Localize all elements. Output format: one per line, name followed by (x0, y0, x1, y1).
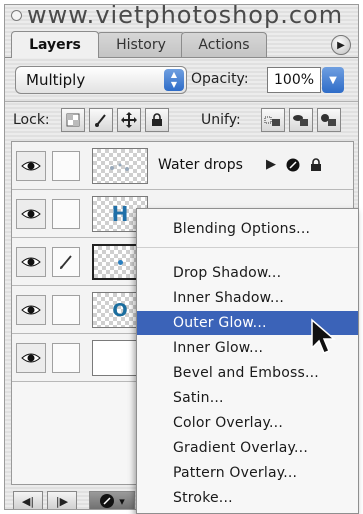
blend-mode-select[interactable]: Multiply ▲ ▼ (15, 66, 187, 94)
lock-position-button[interactable] (117, 108, 141, 132)
eye-icon (21, 353, 41, 363)
previous-button[interactable]: ◀| (13, 491, 43, 509)
link-toggle[interactable] (52, 151, 80, 181)
lock-transparency-button[interactable] (61, 108, 85, 132)
unify-style-button[interactable] (317, 108, 341, 132)
unify-visibility-button[interactable] (289, 108, 313, 132)
tab-layers-label: Layers (29, 37, 81, 53)
link-toggle[interactable] (52, 295, 80, 325)
layer-row[interactable]: Water drops ▶ (12, 142, 353, 190)
opacity-field[interactable]: 100% (267, 67, 321, 93)
chevron-down-icon: ▼ (329, 74, 337, 86)
link-toggle[interactable] (52, 343, 80, 373)
visibility-toggle[interactable] (16, 295, 46, 325)
brush-lock-icon (95, 114, 106, 127)
layer-style-icon (100, 494, 115, 508)
step-back-icon: ◀| (21, 494, 35, 508)
lock-label: Lock: (13, 112, 50, 128)
tab-history-label: History (116, 37, 166, 53)
eye-icon (21, 209, 41, 219)
tab-layers[interactable]: Layers (11, 31, 99, 58)
link-toggle[interactable] (52, 199, 80, 229)
tab-actions[interactable]: Actions (181, 32, 267, 57)
move-lock-icon (121, 112, 137, 128)
padlock-icon (152, 113, 162, 126)
eye-icon (21, 305, 41, 315)
menu-item-pattern-overlay[interactable]: Pattern Overlay... (137, 461, 358, 485)
chevron-down-icon: ▾ (119, 494, 125, 508)
menu-item-inner-shadow[interactable]: Inner Shadow... (137, 286, 358, 310)
triangle-right-icon: ▶ (337, 39, 345, 51)
link-toggle[interactable] (52, 247, 80, 277)
eye-icon (21, 161, 41, 171)
triangle-right-icon: ▶ (266, 157, 276, 172)
menu-item-drop-shadow[interactable]: Drop Shadow... (137, 261, 358, 285)
unify-label: Unify: (201, 112, 241, 128)
close-palette-button[interactable] (11, 10, 22, 21)
visibility-toggle[interactable] (16, 247, 46, 277)
menu-item-color-overlay[interactable]: Color Overlay... (137, 411, 358, 435)
menu-item-stroke[interactable]: Stroke... (137, 486, 358, 510)
menu-item-blending-options[interactable]: Blending Options... (137, 217, 358, 241)
brush-icon (60, 255, 72, 269)
visibility-toggle[interactable] (16, 151, 46, 181)
eye-icon (21, 257, 41, 267)
updown-arrows-icon: ▲ ▼ (164, 69, 184, 91)
water-drops-thumbnail-icon (110, 163, 129, 171)
menu-item-bevel-and-emboss[interactable]: Bevel and Emboss... (137, 361, 358, 385)
layer-effects-indicator[interactable]: ▶ (266, 157, 322, 172)
lock-row-divider (5, 101, 358, 102)
unify-position-icon (264, 116, 280, 126)
opacity-dropdown-button[interactable]: ▼ (322, 67, 344, 93)
add-layer-style-button[interactable]: ▾ (89, 491, 135, 509)
padlock-icon (311, 157, 322, 171)
layer-style-menu: Blending Options... Drop Shadow... Inner… (136, 208, 359, 514)
blend-mode-value: Multiply (26, 71, 86, 89)
dot-thumbnail-icon (117, 259, 123, 265)
visibility-toggle[interactable] (16, 199, 46, 229)
menu-item-satin[interactable]: Satin... (137, 386, 358, 410)
lock-all-button[interactable] (145, 108, 169, 132)
lock-image-button[interactable] (89, 108, 113, 132)
unify-visibility-icon (293, 115, 308, 126)
h-letter-thumbnail-icon: H (111, 202, 129, 226)
transparency-lock-icon (66, 113, 80, 127)
palette-options-button[interactable]: ▶ (331, 35, 351, 55)
o-letter-thumbnail-icon: O (112, 299, 128, 321)
menu-item-gradient-overlay[interactable]: Gradient Overlay... (137, 436, 358, 460)
next-button[interactable]: |▶ (47, 491, 77, 509)
unify-style-icon (321, 114, 336, 126)
layer-name[interactable]: Water drops (158, 157, 243, 173)
step-forward-icon: |▶ (55, 494, 69, 508)
menu-separator (137, 247, 358, 248)
unify-position-button[interactable] (261, 108, 285, 132)
watermark-text: www.vietphotoshop.com (27, 4, 344, 29)
visibility-toggle[interactable] (16, 343, 46, 373)
opacity-label: Opacity: (191, 71, 249, 87)
layer-style-icon (286, 158, 300, 171)
mouse-cursor-icon (311, 318, 337, 354)
palette-title-bar: www.vietphotoshop.com (5, 5, 358, 31)
tab-history[interactable]: History (97, 32, 185, 57)
opacity-value: 100% (274, 72, 315, 88)
tab-actions-label: Actions (198, 37, 250, 53)
layer-thumbnail (92, 148, 148, 184)
